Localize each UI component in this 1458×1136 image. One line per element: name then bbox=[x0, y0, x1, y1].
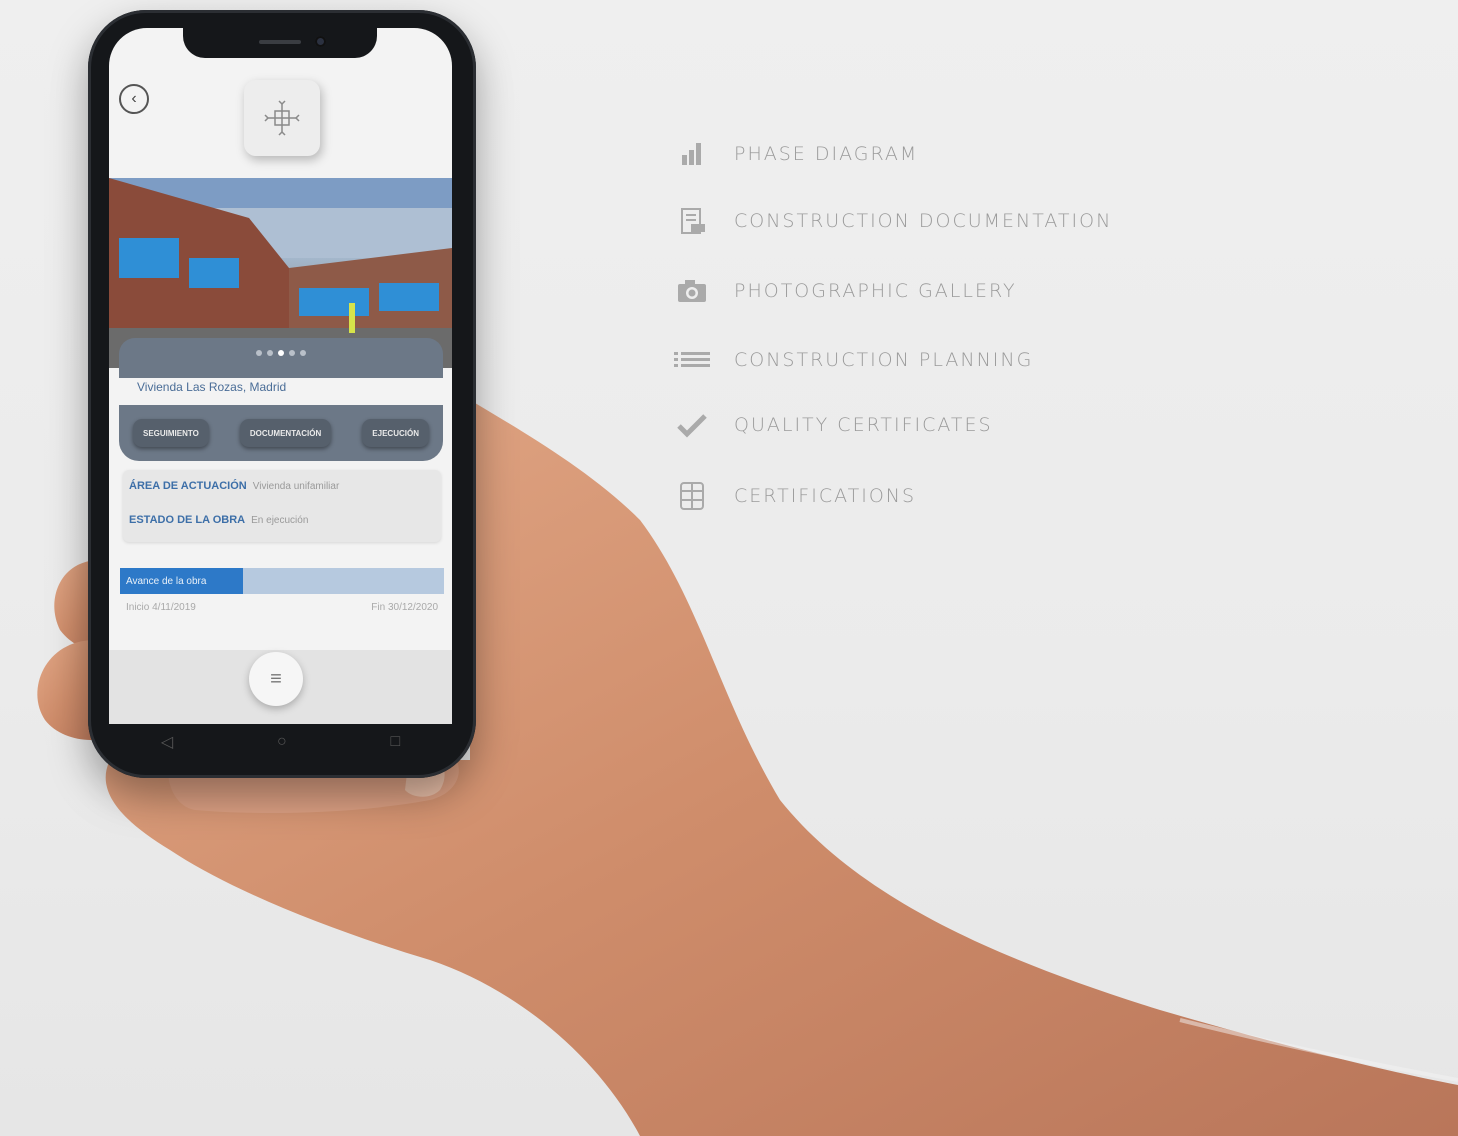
checkmark-icon bbox=[672, 409, 712, 441]
nav-recents-icon[interactable]: □ bbox=[390, 733, 400, 751]
phone-notch bbox=[183, 26, 377, 58]
status-value: En ejecución bbox=[251, 515, 309, 526]
carousel-pager[interactable] bbox=[119, 338, 443, 378]
area-label: ÁREA DE ACTUACIÓN bbox=[129, 480, 247, 492]
project-location: Vivienda Las Rozas, Madrid bbox=[137, 380, 287, 394]
pager-dot[interactable] bbox=[289, 350, 295, 356]
app-logo bbox=[244, 80, 320, 156]
feature-quality-certificates: QUALITY CERTIFICATES bbox=[672, 409, 993, 441]
feature-photographic-gallery: PHOTOGRAPHIC GALLERY bbox=[672, 275, 1017, 307]
progress-fill: Avance de la obra bbox=[120, 568, 244, 594]
section-tabs: SEGUIMIENTO DOCUMENTACIÓN EJECUCIÓN bbox=[119, 405, 443, 461]
nav-home-icon[interactable]: ○ bbox=[277, 733, 287, 751]
bar-chart-icon bbox=[672, 138, 712, 170]
menu-icon: ≡ bbox=[270, 667, 282, 690]
construction-logo-icon bbox=[264, 100, 300, 136]
feature-label: PHASE DIAGRAM bbox=[734, 143, 919, 165]
feature-label: QUALITY CERTIFICATES bbox=[734, 414, 993, 436]
pager-dot-active[interactable] bbox=[278, 350, 284, 356]
project-info-card: ÁREA DE ACTUACIÓN Vivienda unifamiliar ES… bbox=[123, 470, 441, 542]
tab-seguimiento[interactable]: SEGUIMIENTO bbox=[133, 419, 209, 447]
pdf-document-icon bbox=[672, 205, 712, 237]
table-icon bbox=[672, 480, 712, 512]
feature-label: CONSTRUCTION PLANNING bbox=[734, 349, 1034, 371]
progress-label: Avance de la obra bbox=[126, 575, 207, 587]
work-progress-bar: Avance de la obra bbox=[120, 568, 444, 594]
pager-dot[interactable] bbox=[256, 350, 262, 356]
app-screen: ‹ Vivienda Las Rozas, Madrid SEGUIMIENTO… bbox=[109, 28, 452, 724]
status-row: ESTADO DE LA OBRA En ejecución bbox=[129, 514, 308, 526]
feature-label: PHOTOGRAPHIC GALLERY bbox=[734, 280, 1017, 302]
start-date: Inicio 4/11/2019 bbox=[126, 602, 196, 613]
tab-ejecucion[interactable]: EJECUCIÓN bbox=[362, 419, 429, 447]
area-row: ÁREA DE ACTUACIÓN Vivienda unifamiliar bbox=[129, 480, 339, 492]
area-value: Vivienda unifamiliar bbox=[252, 481, 340, 492]
pager-dot[interactable] bbox=[300, 350, 306, 356]
feature-phase-diagram: PHASE DIAGRAM bbox=[672, 138, 918, 170]
end-date: Fin 30/12/2020 bbox=[371, 602, 438, 613]
feature-label: CONSTRUCTION DOCUMENTATION bbox=[734, 210, 1113, 232]
feature-construction-planning: CONSTRUCTION PLANNING bbox=[672, 344, 1033, 376]
front-camera bbox=[315, 36, 326, 47]
pager-dot[interactable] bbox=[267, 350, 273, 356]
nav-back-icon[interactable]: ◁ bbox=[161, 732, 173, 752]
feature-certifications: CERTIFICATIONS bbox=[672, 480, 916, 512]
speaker-grille bbox=[259, 40, 301, 44]
android-nav-bar: ◁ ○ □ bbox=[109, 724, 452, 760]
status-label: ESTADO DE LA OBRA bbox=[129, 514, 246, 526]
list-icon bbox=[672, 344, 712, 376]
camera-icon bbox=[672, 275, 712, 307]
back-button[interactable]: ‹ bbox=[119, 84, 149, 114]
chevron-left-icon: ‹ bbox=[131, 90, 137, 107]
feature-label: CERTIFICATIONS bbox=[734, 485, 917, 507]
project-dates: Inicio 4/11/2019 Fin 30/12/2020 bbox=[126, 602, 438, 613]
menu-button[interactable]: ≡ bbox=[249, 652, 303, 706]
tab-documentacion[interactable]: DOCUMENTACIÓN bbox=[239, 419, 332, 447]
feature-construction-documentation: CONSTRUCTION DOCUMENTATION bbox=[672, 205, 1112, 237]
